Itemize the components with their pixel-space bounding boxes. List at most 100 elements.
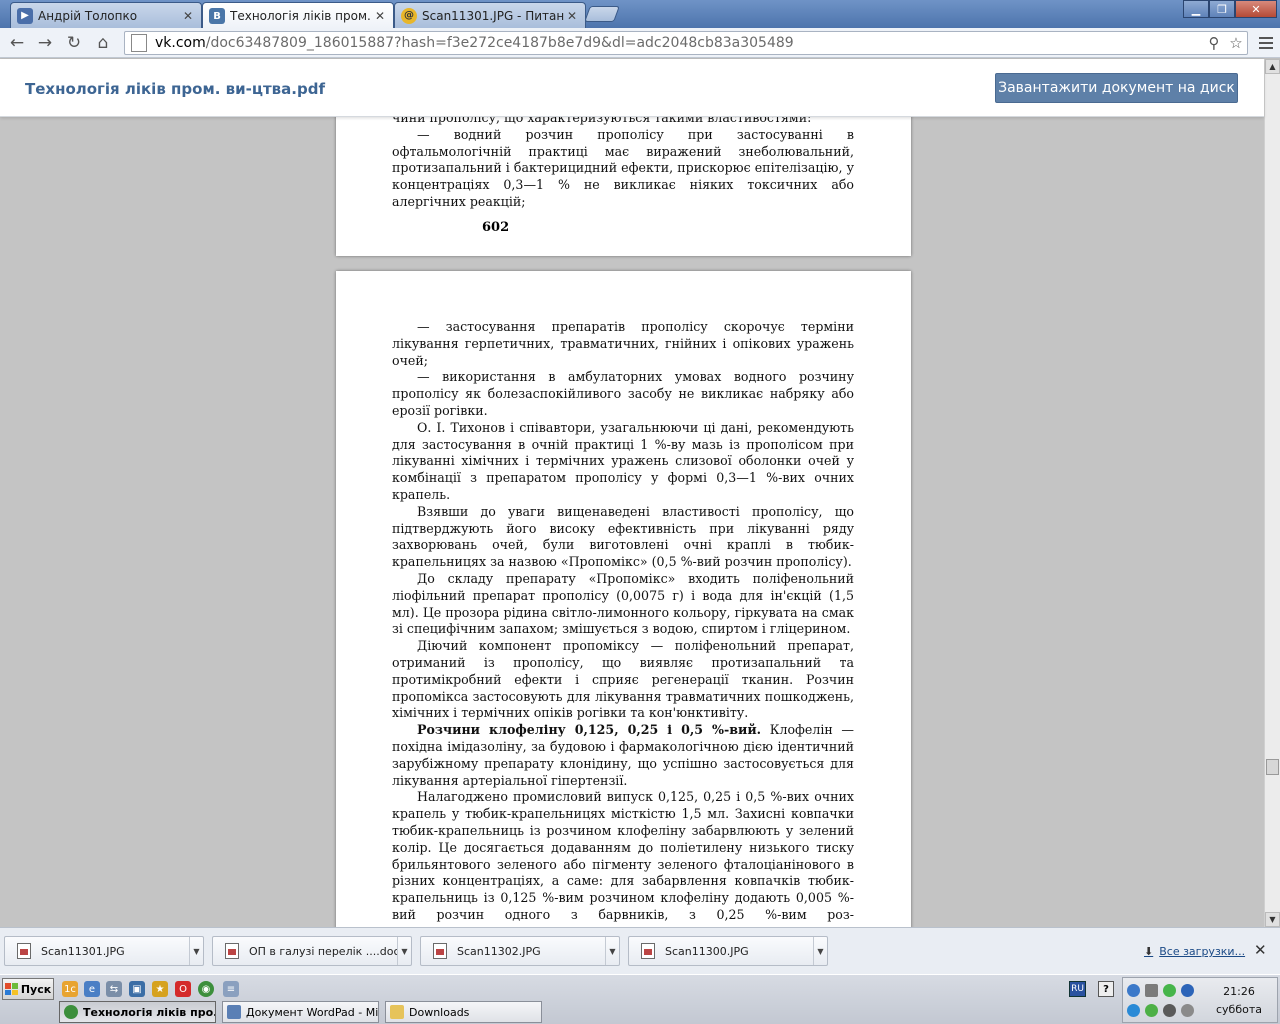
text-paragraph: — застосування препаратів прополісу скор… bbox=[392, 319, 854, 368]
chevron-down-icon[interactable]: ▼ bbox=[605, 937, 619, 965]
tray-usb-icon[interactable] bbox=[1145, 984, 1158, 997]
download-item[interactable]: Scan11300.JPG ▼ bbox=[628, 936, 828, 966]
download-item[interactable]: ОП в галузі перелік ....docx ▼ bbox=[212, 936, 412, 966]
download-filename: ОП в галузі перелік ....docx bbox=[249, 944, 397, 958]
taskbar: Пуск 1c e ⇆ ▣ ★ O ◉ ≡ Технологія ліків п… bbox=[0, 974, 1280, 1024]
text-paragraph: Взявши до уваги вищенаведені властивості… bbox=[392, 503, 854, 570]
help-icon[interactable]: ? bbox=[1098, 981, 1114, 997]
download-arrow-icon: ⬇ bbox=[1144, 945, 1154, 958]
forward-icon[interactable]: → bbox=[34, 32, 56, 54]
page-text: чини прополісу, що характеризуються таки… bbox=[392, 117, 854, 211]
menu-icon[interactable] bbox=[1256, 32, 1276, 54]
text-paragraph: — водний розчин прополісу при застосуван… bbox=[392, 126, 854, 209]
download-filename: Scan11301.JPG bbox=[41, 944, 125, 958]
browser-toolbar: ← → ↻ ⌂ vk.com/doc63487809_186015887?has… bbox=[0, 28, 1280, 58]
language-indicator[interactable]: RU bbox=[1069, 981, 1086, 997]
download-item[interactable]: Scan11302.JPG ▼ bbox=[420, 936, 620, 966]
address-bar[interactable]: vk.com/doc63487809_186015887?hash=f3e272… bbox=[124, 31, 1248, 55]
text-paragraph: Розчини клофеліну 0,125, 0,25 і 0,5 %-ви… bbox=[392, 722, 854, 789]
pdf-page: чини прополісу, що характеризуються таки… bbox=[336, 117, 911, 256]
download-filename: Scan11302.JPG bbox=[457, 944, 541, 958]
tray-volume-icon[interactable] bbox=[1181, 1004, 1194, 1017]
vertical-scrollbar[interactable]: ▲ ▼ bbox=[1264, 59, 1280, 927]
taskbar-item-downloads[interactable]: Downloads bbox=[385, 1001, 542, 1023]
downloads-shelf: Scan11301.JPG ▼ ОП в галузі перелік ....… bbox=[0, 927, 1280, 974]
network-icon[interactable]: ⇆ bbox=[106, 981, 122, 997]
tab-title: Технологія ліків пром. ви-ц bbox=[230, 9, 373, 23]
page-icon bbox=[131, 34, 147, 52]
minimize-icon[interactable]: ▁ bbox=[1183, 0, 1209, 18]
page-text: — застосування препаратів прополісу скор… bbox=[392, 319, 854, 924]
image-file-icon bbox=[433, 943, 447, 959]
close-icon[interactable]: ✕ bbox=[373, 9, 387, 23]
pdf-page: — застосування препаратів прополісу скор… bbox=[336, 271, 911, 927]
all-downloads-link[interactable]: ⬇ Все загрузки... bbox=[1144, 945, 1245, 958]
tab-document[interactable]: В Технологія ліків пром. ви-ц ✕ bbox=[202, 2, 394, 29]
chevron-down-icon[interactable]: ▼ bbox=[189, 937, 203, 965]
tab-andrii[interactable]: ▶ Андрій Толопко ✕ bbox=[10, 2, 202, 28]
tray-antivirus-icon[interactable] bbox=[1145, 1004, 1158, 1017]
taskbar-item-chrome[interactable]: Технологія ліків про... bbox=[59, 1001, 216, 1023]
favorites-star-icon[interactable]: ★ bbox=[152, 981, 168, 997]
scroll-down-icon[interactable]: ▼ bbox=[1265, 912, 1280, 927]
tray-download-icon[interactable] bbox=[1127, 1004, 1140, 1017]
scroll-up-icon[interactable]: ▲ bbox=[1265, 59, 1280, 74]
close-window-icon[interactable]: ✕ bbox=[1235, 0, 1277, 18]
doc-file-icon bbox=[225, 943, 239, 959]
chrome-icon bbox=[64, 1005, 78, 1019]
clock[interactable]: 21:26 суббота bbox=[1204, 983, 1274, 1019]
home-icon[interactable]: ⌂ bbox=[92, 32, 114, 54]
url-text[interactable]: vk.com/doc63487809_186015887?hash=f3e272… bbox=[155, 35, 1203, 51]
back-icon[interactable]: ← bbox=[6, 32, 28, 54]
pdf-viewer[interactable]: чини прополісу, що характеризуються таки… bbox=[0, 117, 1264, 927]
opera-icon[interactable]: O bbox=[175, 981, 191, 997]
tab-scan[interactable]: @ Scan11301.JPG - Питання д ✕ bbox=[394, 2, 586, 28]
text-paragraph: О. І. Тихонов і співавтори, узагальнюючи… bbox=[392, 419, 854, 502]
tray-tool-icon[interactable] bbox=[1163, 1004, 1176, 1017]
image-file-icon bbox=[17, 943, 31, 959]
start-button[interactable]: Пуск bbox=[2, 978, 54, 1000]
tray-power-icon[interactable] bbox=[1181, 984, 1194, 997]
wordpad-icon bbox=[227, 1005, 241, 1019]
bold-heading: Розчини клофеліну 0,125, 0,25 і 0,5 %-ви… bbox=[417, 722, 762, 738]
text-paragraph: Діючий компонент пропоміксу — поліфеноль… bbox=[392, 638, 854, 721]
mail-at-icon: @ bbox=[401, 7, 417, 24]
text-paragraph: До складу препарату «Пропомікс» входить … bbox=[392, 570, 854, 637]
clock-time: 21:26 bbox=[1223, 985, 1255, 998]
close-icon[interactable]: ✕ bbox=[565, 9, 579, 23]
bookmark-star-icon[interactable]: ☆ bbox=[1225, 34, 1247, 52]
scroll-thumb[interactable] bbox=[1266, 759, 1279, 775]
close-icon[interactable]: ✕ bbox=[181, 9, 195, 23]
vk-icon: В bbox=[209, 8, 225, 24]
zoom-icon[interactable]: ⚲ bbox=[1203, 34, 1225, 52]
video-play-icon: ▶ bbox=[17, 7, 33, 24]
chrome-icon[interactable]: ◉ bbox=[198, 981, 214, 997]
save-to-disk-button[interactable]: Завантажити документ на диск bbox=[995, 73, 1238, 103]
new-tab-button[interactable] bbox=[584, 6, 620, 22]
desktop-icon[interactable]: ▣ bbox=[129, 981, 145, 997]
document-title: Технологія ліків пром. ви-цтва.pdf bbox=[25, 80, 325, 98]
text-line: чини прополісу, що характеризуються таки… bbox=[392, 117, 812, 125]
task-label: Downloads bbox=[409, 1005, 470, 1019]
reload-icon[interactable]: ↻ bbox=[63, 32, 85, 54]
tray-clover-icon[interactable] bbox=[1163, 984, 1176, 997]
windows-logo-icon bbox=[4, 983, 18, 995]
taskbar-item-wordpad[interactable]: Документ WordPad - Mi... bbox=[222, 1001, 379, 1023]
all-downloads-label: Все загрузки... bbox=[1159, 945, 1246, 958]
tray-network-icon[interactable] bbox=[1127, 984, 1140, 997]
page-number: 602 bbox=[482, 220, 510, 235]
task-label: Технологія ліків про... bbox=[83, 1005, 216, 1019]
chevron-down-icon[interactable]: ▼ bbox=[813, 937, 827, 965]
ie-icon[interactable]: e bbox=[84, 981, 100, 997]
notepad-icon[interactable]: ≡ bbox=[223, 981, 239, 997]
maximize-icon[interactable]: ❐ bbox=[1209, 0, 1235, 18]
chevron-down-icon[interactable]: ▼ bbox=[397, 937, 411, 965]
close-icon[interactable]: ✕ bbox=[1254, 941, 1267, 959]
folder-icon bbox=[390, 1005, 404, 1019]
text-paragraph: Налагоджено промисловий випуск 0,125, 0,… bbox=[392, 789, 854, 922]
1c-icon[interactable]: 1c bbox=[62, 981, 78, 997]
task-label: Документ WordPad - Mi... bbox=[246, 1005, 379, 1019]
download-filename: Scan11300.JPG bbox=[665, 944, 749, 958]
clock-day: суббота bbox=[1215, 1003, 1262, 1016]
download-item[interactable]: Scan11301.JPG ▼ bbox=[4, 936, 204, 966]
